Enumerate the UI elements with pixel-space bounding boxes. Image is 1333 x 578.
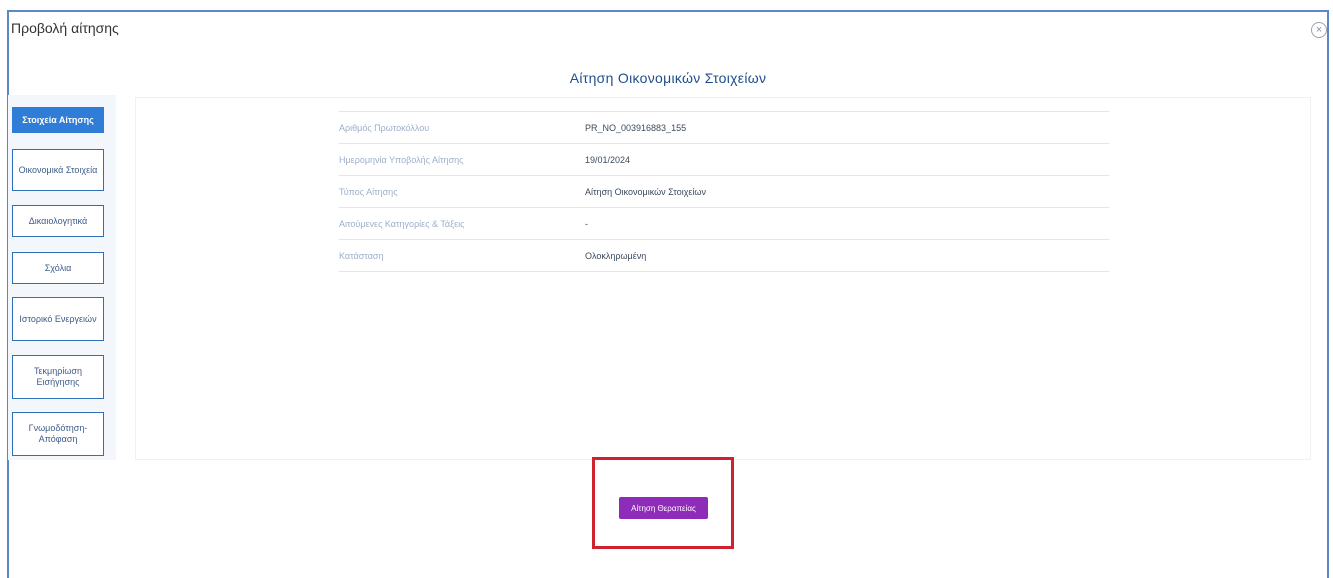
remedy-request-button[interactable]: Αίτηση Θεραπείας xyxy=(619,497,708,519)
details-panel: Αριθμός Πρωτοκόλλου PR_NO_003916883_155 … xyxy=(135,97,1311,460)
table-row: Ημερομηνία Υποβολής Αίτησης 19/01/2024 xyxy=(339,144,1109,176)
detail-value: Αίτηση Οικονομικών Στοιχείων xyxy=(585,186,706,197)
sidebar-item-decision[interactable]: Γνωμοδότηση-Απόφαση xyxy=(12,412,104,456)
sidebar-item-financial-data[interactable]: Οικονομικά Στοιχεία xyxy=(12,149,104,191)
detail-label: Κατάσταση xyxy=(339,250,384,261)
sidebar-item-documents[interactable]: Δικαιολογητικά xyxy=(12,205,104,237)
table-row: Τύπος Αίτησης Αίτηση Οικονομικών Στοιχεί… xyxy=(339,176,1109,208)
detail-label: Αιτούμενες Κατηγορίες & Τάξεις xyxy=(339,218,465,229)
modal-title: Προβολή αίτησης xyxy=(11,20,119,36)
sidebar-item-application-details[interactable]: Στοιχεία Αίτησης xyxy=(12,107,104,133)
detail-value: PR_NO_003916883_155 xyxy=(585,122,687,133)
table-row: Αριθμός Πρωτοκόλλου PR_NO_003916883_155 xyxy=(339,112,1109,144)
details-table: Αριθμός Πρωτοκόλλου PR_NO_003916883_155 … xyxy=(339,111,1109,272)
detail-label: Τύπος Αίτησης xyxy=(339,186,398,197)
close-icon[interactable]: × xyxy=(1311,22,1327,38)
table-row: Αιτούμενες Κατηγορίες & Τάξεις - xyxy=(339,208,1109,240)
sidebar: Στοιχεία Αίτησης Οικονομικά Στοιχεία Δικ… xyxy=(8,95,116,460)
table-row: Κατάσταση Ολοκληρωμένη xyxy=(339,240,1109,272)
page-title: Αίτηση Οικονομικών Στοιχείων xyxy=(569,70,767,86)
sidebar-item-comments[interactable]: Σχόλια xyxy=(12,252,104,284)
detail-value: - xyxy=(585,218,588,229)
detail-label: Αριθμός Πρωτοκόλλου xyxy=(339,122,430,133)
sidebar-item-history[interactable]: Ιστορικό Ενεργειών xyxy=(12,297,104,341)
sidebar-item-justification[interactable]: Τεκμηρίωση Εισήγησης xyxy=(12,355,104,399)
detail-value: Ολοκληρωμένη xyxy=(585,250,647,261)
detail-label: Ημερομηνία Υποβολής Αίτησης xyxy=(339,154,464,165)
detail-value: 19/01/2024 xyxy=(585,154,631,165)
